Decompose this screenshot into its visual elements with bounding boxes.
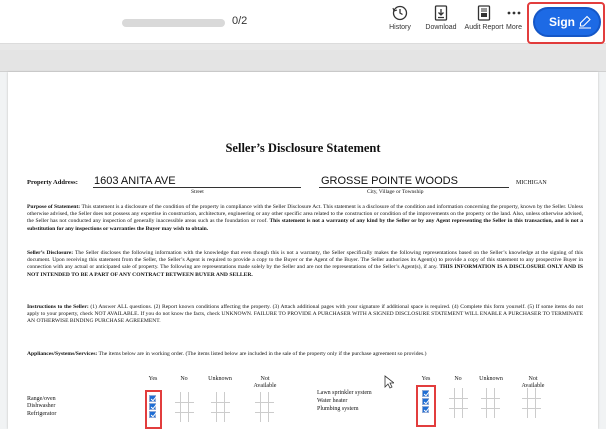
document-page[interactable]: Seller’s Disclosure Statement Property A…: [8, 72, 598, 429]
top-toolbar: 0/2 History Download Audit Report More S…: [0, 0, 606, 44]
instructions-text: (1) Answer ALL questions. (2) Report kno…: [27, 304, 583, 325]
instructions-paragraph: Instructions to the Seller: (1) Answer A…: [27, 304, 583, 326]
progress-count: 0/2: [232, 15, 248, 27]
audit-report-icon: [477, 5, 491, 21]
more-icon: [507, 11, 521, 15]
disclosure-heading: Seller’s Disclosure:: [27, 250, 74, 256]
left-yes-highlight: [145, 390, 162, 429]
history-icon: [392, 5, 408, 21]
mouse-cursor-icon: [384, 375, 394, 389]
purpose-heading: Purpose of Statement:: [27, 204, 81, 210]
property-address-label: Property Address:: [27, 179, 78, 186]
right-not-available-checkbox-group[interactable]: [522, 388, 541, 418]
document-viewer-header: [0, 50, 606, 72]
right-col-yes: Yes: [421, 376, 431, 382]
right-col-unknown: Unknown: [479, 376, 503, 382]
property-address-row: Property Address: 1603 ANITA AVE Street …: [27, 175, 582, 197]
item-plumbing: Plumbing system: [317, 406, 359, 412]
left-not-available-checkbox-group[interactable]: [255, 392, 274, 422]
history-button[interactable]: History: [378, 4, 422, 42]
purpose-paragraph: Purpose of Statement: This statement is …: [27, 204, 583, 233]
right-yes-highlight: [416, 385, 436, 427]
document-title: Seller’s Disclosure Statement: [225, 141, 381, 155]
street-value[interactable]: 1603 ANITA AVE: [94, 175, 176, 187]
appliances-heading: Appliances/Systems/Services:: [27, 351, 98, 357]
street-caption: Street: [191, 189, 204, 195]
left-no-checkbox-group[interactable]: [175, 392, 194, 422]
street-underline: [93, 187, 301, 188]
sign-button-highlight: [527, 2, 605, 44]
left-col-unknown: Unknown: [208, 376, 232, 382]
disclosure-paragraph: Seller’s Disclosure: The Seller disclose…: [27, 250, 583, 279]
left-col-not-available: Not Available: [253, 376, 277, 389]
appliances-paragraph: Appliances/Systems/Services: The items b…: [27, 351, 583, 358]
signing-progress-bar: [122, 19, 225, 27]
right-no-checkbox-group[interactable]: [449, 388, 468, 418]
instructions-heading: Instructions to the Seller:: [27, 304, 89, 310]
right-unknown-checkbox-group[interactable]: [481, 388, 500, 418]
city-value[interactable]: GROSSE POINTE WOODS: [321, 175, 458, 187]
download-label: Download: [425, 24, 457, 31]
left-col-yes: Yes: [148, 376, 158, 382]
right-col-no: No: [454, 376, 462, 382]
state-value: MICHIGAN: [516, 180, 547, 186]
history-label: History: [389, 24, 411, 31]
item-refrigerator: Refrigerator: [27, 411, 57, 417]
city-underline: [319, 187, 509, 188]
item-dishwasher: Dishwasher: [27, 403, 56, 409]
left-col-no: No: [180, 376, 188, 382]
download-button[interactable]: Download: [419, 4, 463, 42]
city-caption: City, Village or Township: [367, 189, 424, 195]
item-water-heater: Water heater: [317, 398, 348, 404]
download-icon: [434, 5, 448, 21]
item-lawn-sprinkler: Lawn sprinkler system: [317, 390, 372, 396]
appliances-text: The items below are in working order. (T…: [97, 351, 427, 357]
left-unknown-checkbox-group[interactable]: [211, 392, 230, 422]
